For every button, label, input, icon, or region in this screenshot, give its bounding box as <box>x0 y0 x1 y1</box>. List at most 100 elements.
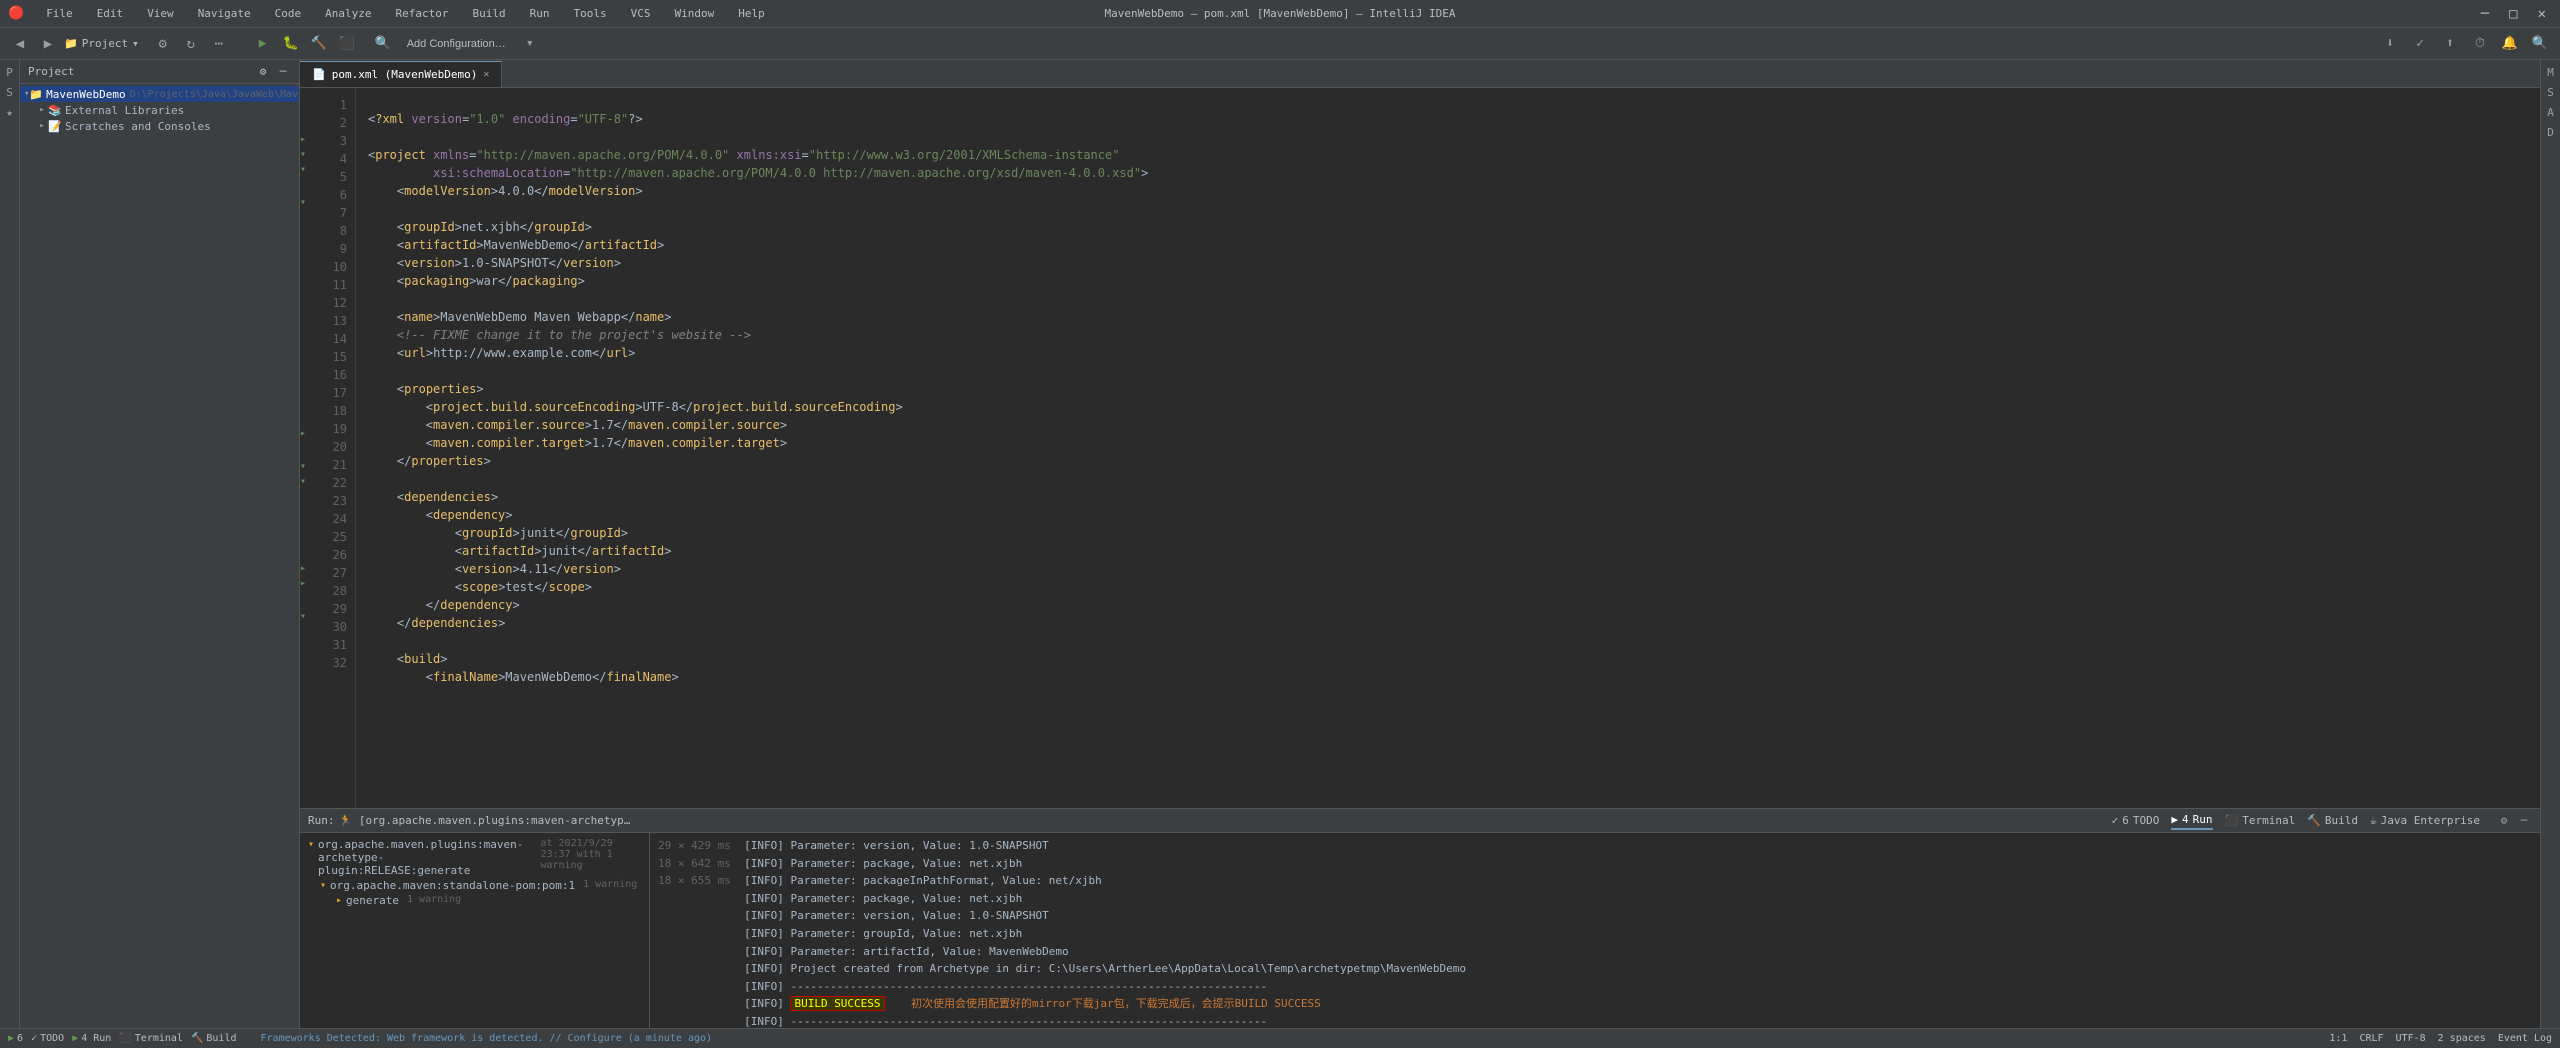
panel-settings-icon[interactable]: ⚙ <box>255 64 271 80</box>
run-warning-icon: ▾ <box>308 839 314 850</box>
ln-29: 29 <box>316 600 347 618</box>
run-tree-standalone[interactable]: ▾ org.apache.maven:standalone-pom:pom:1 … <box>304 878 645 893</box>
find-action-icon[interactable]: 🔍 <box>2528 32 2552 56</box>
todo-label: TODO <box>2133 814 2160 827</box>
terminal-label: Terminal <box>2242 814 2295 827</box>
tree-item-root[interactable]: ▾ 📁 MavenWebDemo D:\Projects\Java\JavaWe… <box>20 86 299 102</box>
git-history-icon[interactable]: ⏱ <box>2468 32 2492 56</box>
status-encoding[interactable]: CRLF <box>2359 1033 2383 1044</box>
window-controls[interactable]: ─ □ ✕ <box>2475 4 2552 24</box>
status-bar: ▶ 6 ✓ TODO ▶ 4 Run ⬛ Terminal 🔨 Build Fr… <box>0 1028 2560 1048</box>
spring-tool-icon[interactable]: S <box>2543 84 2559 100</box>
menu-tools[interactable]: Tools <box>568 5 613 22</box>
menu-vcs[interactable]: VCS <box>625 5 657 22</box>
maximize-button[interactable]: □ <box>2503 4 2523 24</box>
menu-window[interactable]: Window <box>669 5 721 22</box>
run-button[interactable]: ▶ <box>251 32 275 56</box>
toolbar-sync-button[interactable]: ↻ <box>179 32 203 56</box>
menu-view[interactable]: View <box>141 5 180 22</box>
vcs-commit-icon[interactable]: ✓ <box>2408 32 2432 56</box>
status-indent[interactable]: 2 spaces <box>2438 1033 2486 1044</box>
frameworks-detected[interactable]: Frameworks Detected: Web framework is de… <box>261 1033 713 1044</box>
gutter-arrow-4[interactable]: ▾ <box>300 147 316 162</box>
maven-tool-icon[interactable]: M <box>2543 64 2559 80</box>
ln-27: 27 <box>316 564 347 582</box>
tab-java-enterprise[interactable]: ☕ Java Enterprise <box>2370 811 2480 830</box>
status-todo-icon: ✓ <box>31 1033 37 1044</box>
status-run-active-indicator[interactable]: ▶ 4 Run <box>72 1033 111 1044</box>
run-tree-generate[interactable]: ▸ generate 1 warning <box>304 893 645 908</box>
gutter-arrow-23[interactable]: ▾ <box>300 474 316 489</box>
output-line-10: [INFO] BUILD SUCCESS 初次使用会使用配置好的mirror下载… <box>658 995 2532 1013</box>
menu-analyze[interactable]: Analyze <box>319 5 377 22</box>
vcs-update-icon[interactable]: ⬇ <box>2378 32 2402 56</box>
menu-code[interactable]: Code <box>269 5 308 22</box>
database-tool-icon[interactable]: D <box>2543 124 2559 140</box>
bottom-panel-settings-icon[interactable]: ⚙ <box>2496 813 2512 829</box>
gutter-arrow-5[interactable]: ▾ <box>300 162 316 177</box>
search-everywhere-icon[interactable]: 🔍 <box>371 32 395 56</box>
tab-pom-xml[interactable]: 📄 pom.xml (MavenWebDemo) ✕ <box>300 61 502 87</box>
build-button[interactable]: 🔨 <box>307 32 331 56</box>
gutter-arrow-3[interactable]: ▸ <box>300 132 316 147</box>
minimize-button[interactable]: ─ <box>2475 4 2495 24</box>
code-content[interactable]: <?xml version="1.0" encoding="UTF-8"?> <… <box>356 88 2540 808</box>
menu-build[interactable]: Build <box>467 5 512 22</box>
status-build-indicator[interactable]: 🔨 Build <box>191 1033 237 1044</box>
vcs-push-icon[interactable]: ⬆ <box>2438 32 2462 56</box>
output-line-7: [INFO] Parameter: artifactId, Value: Mav… <box>658 943 2532 961</box>
panel-collapse-icon[interactable]: ─ <box>275 64 291 80</box>
bottom-panel-minimize-icon[interactable]: ─ <box>2516 813 2532 829</box>
menu-help[interactable]: Help <box>732 5 771 22</box>
ant-tool-icon[interactable]: A <box>2543 104 2559 120</box>
build-success-hint: 初次使用会使用配置好的mirror下载jar包，下载完成后，会提示BUILD S… <box>898 997 1321 1010</box>
tree-item-external-libs[interactable]: ▸ 📚 External Libraries <box>20 102 299 118</box>
menu-navigate[interactable]: Navigate <box>192 5 257 22</box>
tab-close-button[interactable]: ✕ <box>483 69 489 80</box>
toolbar-forward-button[interactable]: ▶ <box>36 32 60 56</box>
status-position[interactable]: 1:1 <box>2329 1033 2347 1044</box>
run-tree-plugin[interactable]: ▾ org.apache.maven.plugins:maven-archety… <box>304 837 645 878</box>
gutter-arrow-20[interactable]: ▸ <box>300 426 316 441</box>
ln-17: 17 <box>316 384 347 402</box>
structure-tool-icon[interactable]: S <box>2 84 18 100</box>
ln-28: 28 <box>316 582 347 600</box>
toolbar-settings-button[interactable]: ⚙ <box>151 32 175 56</box>
project-folder-icon: 📁 <box>29 87 43 101</box>
status-todo-indicator[interactable]: ✓ TODO <box>31 1033 64 1044</box>
status-event-log[interactable]: Event Log <box>2498 1033 2552 1044</box>
toolbar-more-button[interactable]: ⋯ <box>207 32 231 56</box>
stop-button[interactable]: ⬛ <box>335 32 359 56</box>
tab-todo[interactable]: ✓ 6 TODO <box>2112 811 2160 830</box>
menu-run[interactable]: Run <box>524 5 556 22</box>
output-line-9: [INFO] ---------------------------------… <box>658 978 2532 996</box>
right-tool-icons: M S A D <box>2540 60 2560 1028</box>
output-line-3: 18 × 655 ms [INFO] Parameter: packageInP… <box>658 872 2532 890</box>
output-line-8: [INFO] Project created from Archetype in… <box>658 960 2532 978</box>
gutter-arrow-29[interactable]: ▸ <box>300 576 316 591</box>
add-config-dropdown[interactable]: ▾ <box>518 32 542 56</box>
tab-terminal[interactable]: ⬛ Terminal <box>2225 811 2296 830</box>
status-run-indicator[interactable]: ▶ 6 <box>8 1033 23 1044</box>
gutter-arrow-7[interactable]: ▾ <box>300 195 316 210</box>
project-tool-icon[interactable]: P <box>2 64 18 80</box>
add-configuration-button[interactable]: Add Configuration… <box>399 36 514 52</box>
notifications-icon[interactable]: 🔔 <box>2498 32 2522 56</box>
status-filetype[interactable]: UTF-8 <box>2396 1033 2426 1044</box>
project-selector[interactable]: 📁 Project ▾ <box>64 37 139 50</box>
run-warning-icon-3: ▸ <box>336 895 342 906</box>
favorites-tool-icon[interactable]: ★ <box>2 104 18 120</box>
gutter-arrow-28[interactable]: ▸ <box>300 561 316 576</box>
tab-build[interactable]: 🔨 Build <box>2307 811 2358 830</box>
gutter-arrow-31[interactable]: ▾ <box>300 609 316 624</box>
menu-edit[interactable]: Edit <box>91 5 130 22</box>
menu-file[interactable]: File <box>40 5 79 22</box>
tab-run[interactable]: ▶ 4 Run <box>2171 811 2212 830</box>
debug-button[interactable]: 🐛 <box>279 32 303 56</box>
status-terminal-indicator[interactable]: ⬛ Terminal <box>119 1033 183 1044</box>
close-button[interactable]: ✕ <box>2532 4 2552 24</box>
tree-item-scratches[interactable]: ▸ 📝 Scratches and Consoles <box>20 118 299 134</box>
gutter-arrow-22[interactable]: ▾ <box>300 459 316 474</box>
menu-refactor[interactable]: Refactor <box>390 5 455 22</box>
toolbar-back-button[interactable]: ◀ <box>8 32 32 56</box>
